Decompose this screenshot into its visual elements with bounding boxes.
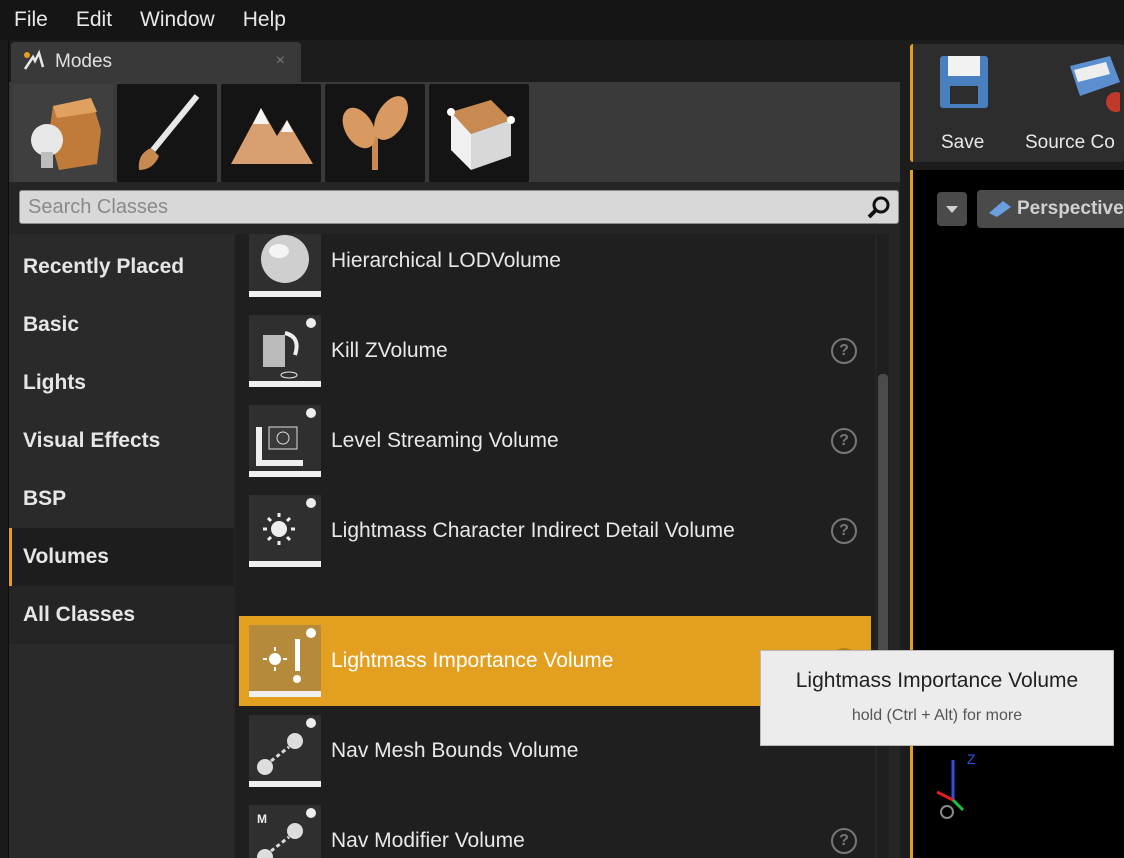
class-list: Hierarchical LODVolume Kill ZVolume ? Le…: [235, 234, 875, 858]
category-list: Recently Placed Basic Lights Visual Effe…: [9, 234, 234, 858]
geometry-mode-icon[interactable]: [429, 84, 529, 182]
category-lights[interactable]: Lights: [9, 354, 234, 412]
level-streaming-volume-icon: [249, 405, 321, 477]
mode-toolbar: [9, 82, 901, 182]
perspective-button[interactable]: Perspective: [977, 190, 1124, 228]
tooltip: Lightmass Importance Volume hold (Ctrl +…: [760, 650, 1114, 746]
class-label: Nav Modifier Volume: [331, 829, 525, 852]
foliage-mode-icon[interactable]: [325, 84, 425, 182]
main-toolbar: Save Source Co: [910, 44, 1124, 162]
modes-tabstrip: Modes ×: [9, 40, 900, 82]
menu-edit[interactable]: Edit: [76, 8, 112, 32]
class-label: Lightmass Importance Volume: [331, 649, 614, 672]
tooltip-title: Lightmass Importance Volume: [795, 669, 1079, 692]
class-label: Level Streaming Volume: [331, 429, 559, 452]
nav-modifier-volume-icon: M: [249, 805, 321, 858]
class-list-scrollbar[interactable]: [877, 234, 889, 858]
viewport-options-dropdown[interactable]: [937, 192, 967, 226]
list-item[interactable]: Hierarchical LODVolume: [239, 234, 871, 306]
modes-icon: [21, 49, 47, 76]
svg-text:Z: Z: [967, 751, 976, 767]
paint-mode-icon[interactable]: [117, 84, 217, 182]
axis-gizmo-icon: Z: [933, 740, 993, 825]
modes-tab[interactable]: Modes ×: [11, 42, 301, 82]
menu-bar: File Edit Window Help: [0, 0, 1124, 40]
category-volumes[interactable]: Volumes: [9, 528, 234, 586]
scrollbar-thumb[interactable]: [878, 374, 888, 674]
search-classes: [19, 190, 899, 224]
save-label: Save: [941, 132, 985, 153]
tooltip-hint: hold (Ctrl + Alt) for more: [851, 707, 1023, 724]
list-item[interactable]: Lightmass Character Indirect Detail Volu…: [239, 486, 871, 576]
menu-file[interactable]: File: [14, 8, 48, 32]
thumb-underline: [249, 781, 321, 787]
perspective-label: Perspective: [1017, 198, 1124, 219]
search-icon[interactable]: [866, 195, 892, 221]
sphere-volume-icon: [249, 234, 321, 297]
category-bsp[interactable]: BSP: [9, 470, 234, 528]
list-item[interactable]: Kill ZVolume ?: [239, 306, 871, 396]
list-item[interactable]: Level Streaming Volume ?: [239, 396, 871, 486]
class-label: Nav Mesh Bounds Volume: [331, 739, 579, 762]
help-icon[interactable]: ?: [831, 338, 857, 364]
help-icon[interactable]: ?: [831, 428, 857, 454]
lightmass-importance-volume-icon: [249, 625, 321, 697]
save-button[interactable]: Save: [929, 52, 999, 162]
menu-help[interactable]: Help: [243, 8, 286, 32]
nav-mesh-bounds-volume-icon: [249, 715, 321, 787]
thumb-underline: [249, 381, 321, 387]
level-viewport[interactable]: Perspective Z: [910, 170, 1124, 858]
list-item[interactable]: M Nav Modifier Volume ?: [239, 796, 871, 858]
category-visual-effects[interactable]: Visual Effects: [9, 412, 234, 470]
thumb-underline: [249, 471, 321, 477]
perspective-icon: [987, 199, 1013, 225]
class-label: Kill ZVolume: [331, 339, 448, 362]
thumb-underline: [249, 291, 321, 297]
thumb-underline: [249, 561, 321, 567]
place-mode-icon[interactable]: [13, 84, 113, 182]
source-control-label: Source Co: [1025, 132, 1115, 153]
class-label: Lightmass Character Indirect Detail Volu…: [331, 519, 735, 542]
thumb-underline: [249, 691, 321, 697]
help-icon[interactable]: ?: [831, 518, 857, 544]
category-all-classes[interactable]: All Classes: [9, 586, 234, 644]
source-control-icon: [1070, 56, 1124, 112]
save-icon: [940, 56, 988, 108]
modes-tab-label: Modes: [55, 51, 113, 72]
landscape-mode-icon[interactable]: [221, 84, 321, 182]
search-input[interactable]: [20, 191, 898, 223]
class-label: Hierarchical LODVolume: [331, 249, 561, 272]
category-basic[interactable]: Basic: [9, 296, 234, 354]
menu-window[interactable]: Window: [140, 8, 215, 32]
help-icon[interactable]: ?: [831, 828, 857, 854]
lightmass-character-volume-icon: [249, 495, 321, 567]
svg-text:M: M: [257, 812, 267, 826]
category-recently-placed[interactable]: Recently Placed: [9, 238, 234, 296]
kill-z-volume-icon: [249, 315, 321, 387]
source-control-button[interactable]: Source Co: [1025, 52, 1124, 162]
close-icon[interactable]: ×: [276, 52, 285, 70]
